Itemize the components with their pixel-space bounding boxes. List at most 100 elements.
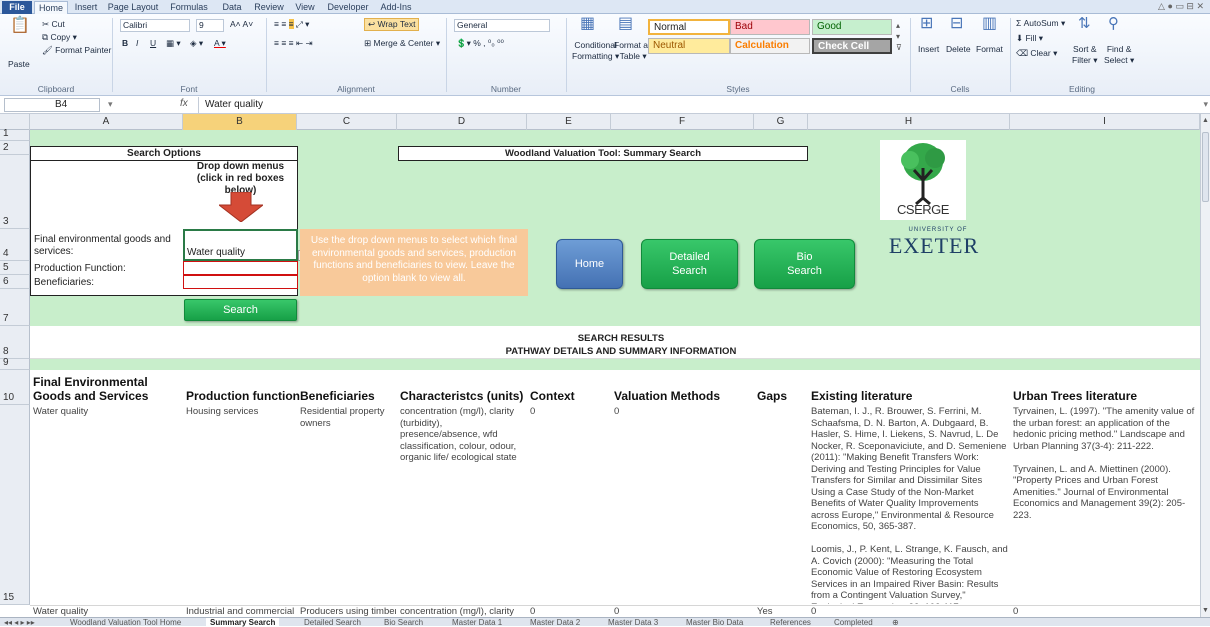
font-name-select[interactable]: Calibri — [120, 19, 190, 32]
tab-add-ins[interactable]: Add-Ins — [376, 1, 416, 14]
sort-filter-button[interactable]: Sort & Filter ▾ — [1072, 44, 1098, 66]
insert-cells-icon[interactable]: ⊞ — [920, 16, 933, 32]
column-header-d[interactable]: D — [397, 114, 527, 130]
row-header-3[interactable]: 3 — [0, 155, 30, 229]
search-button[interactable]: Search — [184, 299, 297, 321]
format-cells-button[interactable]: Format — [976, 44, 1003, 55]
tab-view[interactable]: View — [290, 1, 320, 14]
fill-button[interactable]: ⬇ Fill ▾ — [1016, 33, 1043, 44]
merge-center-button[interactable]: ⊞ Merge & Center ▾ — [364, 38, 440, 49]
scroll-down-icon[interactable]: ▼ — [1202, 607, 1209, 614]
insert-function-button[interactable]: fx — [180, 98, 188, 109]
paste-button[interactable]: Paste — [8, 59, 30, 70]
production-select[interactable] — [183, 261, 298, 275]
row2-characteristics: concentration (mg/l), clarity — [400, 606, 515, 617]
italic-button[interactable]: I — [136, 38, 138, 49]
tab-developer[interactable]: Developer — [322, 1, 374, 14]
format-as-table-icon[interactable]: ▤ — [618, 16, 633, 32]
copy-button[interactable]: ⧉ Copy ▾ — [42, 32, 77, 43]
formula-input[interactable]: Water quality — [198, 97, 1198, 113]
row1-context: 0 — [530, 406, 536, 417]
search-options-title: Search Options — [30, 146, 298, 161]
style-check-cell[interactable]: Check Cell — [812, 38, 892, 54]
name-box[interactable]: B4 — [4, 98, 100, 112]
column-header-b[interactable]: B — [183, 114, 297, 130]
font-color-icon[interactable]: A ▾ — [214, 38, 226, 49]
tool-title: Woodland Valuation Tool: Summary Search — [398, 146, 808, 161]
column-header-i[interactable]: I — [1010, 114, 1200, 130]
font-grow-icon[interactable]: A˄ A˅ — [230, 19, 253, 30]
conditional-formatting-icon[interactable]: ▦ — [580, 16, 595, 32]
results-header: SEARCH RESULTS PATHWAY DETAILS AND SUMMA… — [30, 326, 1200, 359]
detailed-search-button[interactable]: Detailed Search — [641, 239, 738, 289]
name-box-dropdown-icon[interactable]: ▾ — [108, 99, 113, 110]
column-header-f[interactable]: F — [611, 114, 754, 130]
formula-bar: B4 ▾ fx Water quality ▾ — [0, 97, 1210, 114]
autosum-button[interactable]: Σ AutoSum ▾ — [1016, 18, 1065, 29]
row-header-10[interactable]: 10 — [0, 370, 30, 405]
row-header-4[interactable]: 4 — [0, 229, 30, 261]
sort-filter-icon[interactable]: ⇅ — [1078, 16, 1091, 31]
font-size-select[interactable]: 9 — [196, 19, 224, 32]
tab-home[interactable]: Home — [34, 1, 68, 14]
conditional-formatting-button[interactable]: Conditional Formatting ▾ — [572, 40, 619, 62]
row-header-5[interactable]: 5 — [0, 261, 30, 275]
border-icon[interactable]: ▦ ▾ — [166, 38, 181, 49]
format-cells-icon[interactable]: ▥ — [982, 16, 997, 32]
home-button[interactable]: Home — [556, 239, 623, 289]
underline-button[interactable]: U — [150, 38, 156, 49]
tab-formulas[interactable]: Formulas — [164, 1, 214, 14]
column-header-c[interactable]: C — [297, 114, 397, 130]
column-header-e[interactable]: E — [527, 114, 611, 130]
style-neutral[interactable]: Neutral — [648, 38, 730, 54]
bio-search-button[interactable]: Bio Search — [754, 239, 855, 289]
row-header-6[interactable]: 6 — [0, 275, 30, 289]
style-good[interactable]: Good — [812, 19, 892, 35]
vertical-scrollbar[interactable]: ▲ ▼ — [1200, 114, 1210, 617]
column-header-g[interactable]: G — [754, 114, 808, 130]
align-top-icons[interactable]: ≡ ≡ ≡ ⤢ ▾ — [274, 19, 309, 30]
format-painter-button[interactable]: 🖌 Format Painter — [42, 45, 111, 56]
tab-review[interactable]: Review — [250, 1, 288, 14]
tab-data[interactable]: Data — [216, 1, 248, 14]
scroll-up-icon[interactable]: ▲ — [1202, 117, 1209, 124]
row-header-9[interactable]: 9 — [0, 357, 30, 370]
column-header-h[interactable]: H — [808, 114, 1010, 130]
goods-select[interactable]: Water quality — [183, 229, 298, 261]
expand-formula-icon[interactable]: ▾ — [1203, 99, 1208, 110]
align-icons[interactable]: ≡ ≡ ≡ ⇤ ⇥ — [274, 38, 313, 49]
style-calculation[interactable]: Calculation — [730, 38, 810, 54]
number-format-icons[interactable]: 💲▾ % , ⁰₀ ⁰⁰ — [456, 38, 504, 49]
insert-cells-button[interactable]: Insert — [918, 44, 939, 55]
row-header-15[interactable]: 15 — [0, 405, 30, 605]
row-header-1[interactable]: 1 — [0, 128, 30, 141]
row1-beneficiaries: Residential property owners — [300, 406, 385, 429]
clear-button[interactable]: ⌫ Clear ▾ — [1016, 48, 1057, 59]
number-format-select[interactable]: General — [454, 19, 550, 32]
find-select-button[interactable]: Find & Select ▾ — [1104, 44, 1134, 66]
row-header-7[interactable]: 7 — [0, 289, 30, 326]
tab-page-layout[interactable]: Page Layout — [104, 1, 162, 14]
scroll-thumb[interactable] — [1202, 132, 1209, 202]
cut-button[interactable]: ✂ Cut — [42, 19, 65, 30]
delete-cells-button[interactable]: Delete — [946, 44, 971, 55]
binoculars-icon[interactable]: ⚲ — [1108, 16, 1119, 31]
wrap-text-button[interactable]: ↩ Wrap Text — [364, 18, 420, 31]
format-as-table-button[interactable]: Format as Table ▾ — [614, 40, 652, 62]
row-header-2[interactable]: 2 — [0, 141, 30, 155]
tab-insert[interactable]: Insert — [70, 1, 102, 14]
style-bad[interactable]: Bad — [730, 19, 810, 35]
tab-file[interactable]: File — [2, 1, 32, 14]
fill-color-icon[interactable]: ◈ ▾ — [190, 38, 203, 49]
column-header-a[interactable]: A — [30, 114, 183, 130]
styles-scroll-icon[interactable]: ▴ ▾ ⊽ — [896, 20, 902, 53]
delete-cells-icon[interactable]: ⊟ — [950, 16, 963, 32]
bold-button[interactable]: B — [122, 38, 128, 49]
row1-production: Housing services — [186, 406, 259, 417]
style-normal[interactable]: Normal — [648, 19, 730, 35]
window-controls[interactable]: △ ● ▭ ⊟ ✕ — [1158, 1, 1204, 12]
row2-valuation: 0 — [614, 606, 620, 617]
beneficiaries-select[interactable] — [183, 275, 298, 289]
paste-icon[interactable]: 📋 — [10, 18, 30, 34]
row-header-8[interactable]: 8 — [0, 326, 30, 359]
